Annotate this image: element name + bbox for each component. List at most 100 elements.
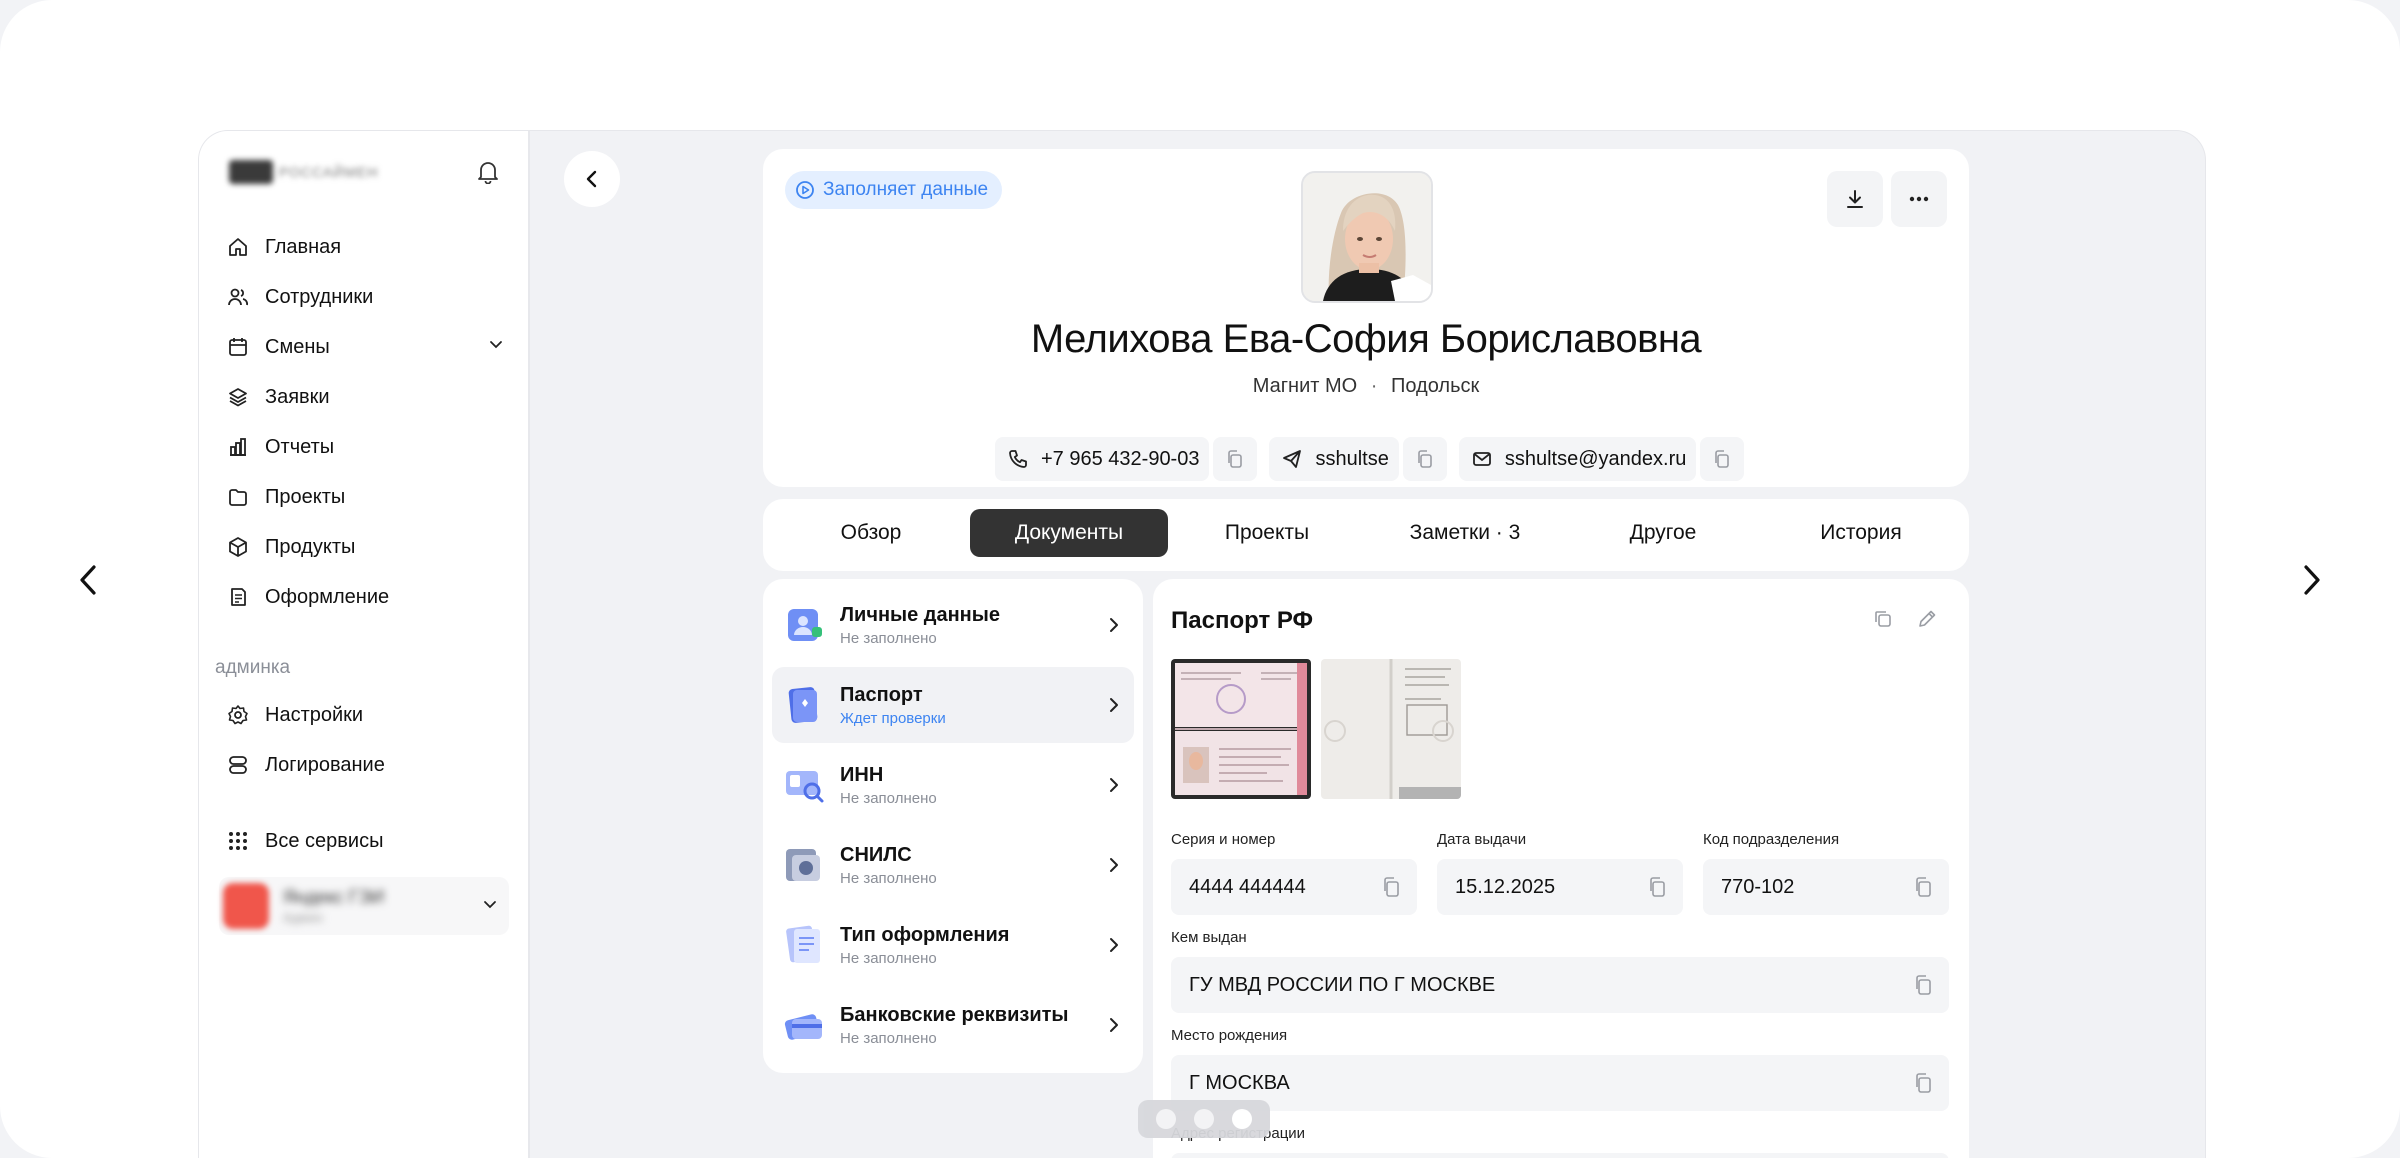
sidebar-item-label: Заявки bbox=[265, 385, 330, 408]
app-window: РОССАЙМЕН Главная Сотрудники Смены Заявк… bbox=[198, 130, 2206, 1158]
chevron-down-icon[interactable] bbox=[481, 895, 499, 918]
copy-icon[interactable] bbox=[1913, 1071, 1935, 1101]
doc-text: Тип оформления Не заполнено bbox=[840, 924, 1009, 967]
copy-icon[interactable] bbox=[1913, 973, 1935, 1003]
sidebar-item-shifts[interactable]: Смены bbox=[225, 327, 505, 367]
doc-text: Личные данные Не заполнено bbox=[840, 604, 1000, 647]
status-text: Заполняет данные bbox=[823, 179, 989, 200]
registration-scan-thumbnail[interactable] bbox=[1321, 659, 1461, 799]
doc-title: СНИЛС bbox=[840, 843, 912, 866]
registration-address-field[interactable] bbox=[1171, 1153, 1949, 1158]
chevron-down-icon[interactable] bbox=[487, 335, 505, 358]
sidebar-item-label: Отчеты bbox=[265, 435, 335, 458]
sidebar-item-requests[interactable]: Заявки bbox=[225, 377, 505, 417]
sidebar-item-employees[interactable]: Сотрудники bbox=[225, 277, 505, 317]
sidebar-item-label: Главная bbox=[265, 235, 342, 258]
doc-text: ИНН Не заполнено bbox=[840, 764, 937, 807]
sidebar-item-logging[interactable]: Логирование bbox=[225, 745, 505, 785]
pagination-dot[interactable] bbox=[1194, 1109, 1214, 1129]
bar-chart-icon bbox=[225, 434, 251, 460]
email-chip[interactable]: sshultse@yandex.ru bbox=[1458, 437, 1697, 481]
pagination-dot-active[interactable] bbox=[1232, 1109, 1252, 1129]
copy-icon[interactable] bbox=[1402, 437, 1447, 481]
doc-title: Банковские реквизиты bbox=[840, 1003, 1069, 1026]
folder-icon bbox=[225, 484, 251, 510]
copy-all-button[interactable] bbox=[1867, 603, 1899, 635]
copy-icon bbox=[1875, 611, 1891, 627]
bank-details-icon bbox=[782, 1003, 826, 1047]
doc-item-employment-type[interactable]: Тип оформления Не заполнено bbox=[772, 907, 1134, 983]
sidebar-item-onboarding[interactable]: Оформление bbox=[225, 577, 505, 617]
sidebar-item-home[interactable]: Главная bbox=[225, 227, 505, 267]
profile-city: Подольск bbox=[1390, 375, 1480, 397]
grid-icon bbox=[225, 828, 251, 854]
doc-item-snils[interactable]: СНИЛС Не заполнено bbox=[772, 827, 1134, 903]
logo-mark bbox=[229, 160, 273, 184]
meta-separator: · bbox=[1370, 375, 1378, 397]
doc-text: Паспорт Ждет проверки bbox=[840, 684, 946, 727]
tab-overview[interactable]: Обзор bbox=[772, 509, 970, 557]
issued-by-field[interactable]: ГУ МВД РОССИИ ПО Г МОСКВЕ bbox=[1171, 957, 1949, 1013]
tab-documents[interactable]: Документы bbox=[970, 509, 1168, 557]
copy-icon[interactable] bbox=[1913, 875, 1935, 905]
profile-company: Магнит МО bbox=[1252, 375, 1358, 397]
doc-item-bank-details[interactable]: Банковские реквизиты Не заполнено bbox=[772, 987, 1134, 1063]
database-icon bbox=[225, 752, 251, 778]
doc-status: Не заполнено bbox=[840, 869, 937, 887]
more-options-button[interactable] bbox=[1891, 171, 1947, 227]
all-services-button[interactable]: Все сервисы bbox=[225, 821, 505, 861]
copy-icon[interactable] bbox=[1700, 437, 1745, 481]
prev-slide-arrow-icon[interactable] bbox=[58, 555, 118, 605]
sidebar-item-products[interactable]: Продукты bbox=[225, 527, 505, 567]
sidebar-item-projects[interactable]: Проекты bbox=[225, 477, 505, 517]
doc-item-personal-data[interactable]: Личные данные Не заполнено bbox=[772, 587, 1134, 663]
telegram-icon bbox=[1283, 450, 1302, 468]
account-switcher[interactable]: Яндекс ГЭИ Админ bbox=[219, 877, 509, 935]
copy-icon[interactable] bbox=[1213, 437, 1258, 481]
chevron-right-icon bbox=[1106, 855, 1122, 880]
doc-status: Ждет проверки bbox=[840, 709, 946, 727]
chevron-right-icon bbox=[1106, 1015, 1122, 1040]
birth-place-value: Г МОСКВА bbox=[1189, 1071, 1290, 1094]
bell-icon[interactable] bbox=[473, 157, 503, 187]
tab-other[interactable]: Другое bbox=[1564, 509, 1762, 557]
download-button[interactable] bbox=[1827, 171, 1883, 227]
series-number-value: 4444 444444 bbox=[1189, 875, 1306, 898]
series-number-field[interactable]: 4444 444444 bbox=[1171, 859, 1417, 915]
sidebar-item-label: Продукты bbox=[265, 535, 356, 558]
users-icon bbox=[225, 284, 251, 310]
brand-name: РОССАЙМЕН bbox=[279, 164, 379, 180]
passport-scan-thumbnail[interactable] bbox=[1171, 659, 1311, 799]
sidebar-item-reports[interactable]: Отчеты bbox=[225, 427, 505, 467]
pagination-dot[interactable] bbox=[1156, 1109, 1176, 1129]
department-code-field[interactable]: 770-102 bbox=[1703, 859, 1949, 915]
tab-history[interactable]: История bbox=[1762, 509, 1960, 557]
edit-button[interactable] bbox=[1911, 603, 1943, 635]
doc-item-passport[interactable]: Паспорт Ждет проверки bbox=[772, 667, 1134, 743]
sidebar-item-label: Настройки bbox=[265, 703, 364, 726]
avatar[interactable] bbox=[1301, 171, 1433, 303]
telegram-handle: sshultse bbox=[1315, 447, 1389, 470]
telegram-chip[interactable]: sshultse bbox=[1269, 437, 1399, 481]
copy-icon[interactable] bbox=[1647, 875, 1669, 905]
department-code-label: Код подразделения bbox=[1703, 831, 1840, 848]
tab-notes[interactable]: Заметки · 3 bbox=[1366, 509, 1564, 557]
copy-icon[interactable] bbox=[1381, 875, 1403, 905]
doc-status: Не заполнено bbox=[840, 789, 937, 807]
issued-by-value: ГУ МВД РОССИИ ПО Г МОСКВЕ bbox=[1189, 973, 1496, 996]
sidebar-item-settings[interactable]: Настройки bbox=[225, 695, 505, 735]
issue-date-value: 15.12.2025 bbox=[1455, 875, 1556, 898]
account-role: Админ bbox=[283, 910, 323, 925]
doc-item-inn[interactable]: ИНН Не заполнено bbox=[772, 747, 1134, 823]
tab-projects[interactable]: Проекты bbox=[1168, 509, 1366, 557]
back-button[interactable] bbox=[564, 151, 620, 207]
chevron-left-icon bbox=[586, 170, 597, 188]
brand-logo[interactable]: РОССАЙМЕН bbox=[229, 157, 391, 187]
doc-text: Банковские реквизиты Не заполнено bbox=[840, 1004, 1069, 1047]
document-icon bbox=[225, 584, 251, 610]
issue-date-field[interactable]: 15.12.2025 bbox=[1437, 859, 1683, 915]
sidebar-item-label: Логирование bbox=[265, 753, 385, 776]
next-slide-arrow-icon[interactable] bbox=[2282, 555, 2342, 605]
birth-place-field[interactable]: Г МОСКВА bbox=[1171, 1055, 1949, 1111]
phone-chip[interactable]: +7 965 432-90-03 bbox=[995, 437, 1210, 481]
